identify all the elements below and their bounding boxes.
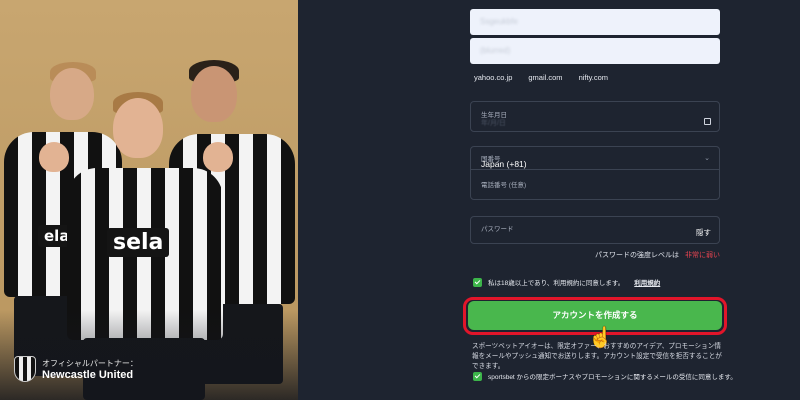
crest-icon <box>14 356 36 382</box>
password-strength: パスワードの強度レベルは 非常に弱い <box>595 250 720 260</box>
email-domain-suggestions: yahoo.co.jp gmail.com nifty.com <box>474 73 608 82</box>
strength-value: 非常に弱い <box>685 252 720 259</box>
country-code-select[interactable]: Japan (+81) <box>481 159 527 169</box>
domain-suggestion[interactable]: yahoo.co.jp <box>474 73 512 82</box>
calendar-icon[interactable] <box>704 118 711 125</box>
partner-caption: オフィシャルパートナー： <box>42 358 138 368</box>
promo-panel: ela se sela オフィシャルパートナー： Newcastle Unite… <box>0 0 298 400</box>
promo-shade <box>0 310 298 400</box>
age-consent-row: 私は18歳以上であり、利用規約に同意します。 利用規約 <box>473 277 660 287</box>
promo-consent-row: sportsbet からの限定ボーナスやプロモーションに関するメールの受信に同意… <box>473 371 737 381</box>
username-value: Ssgeukbfe <box>480 17 518 26</box>
partner-badge: オフィシャルパートナー： Newcastle United <box>14 356 138 382</box>
email-input[interactable]: (blurred) <box>470 38 720 64</box>
marketing-note: スポーツベットアイオーは、限定オファー、おすすめのアイデア、プロモーション情報を… <box>472 343 722 370</box>
dob-placeholder: 年/月/日 <box>481 120 506 127</box>
promo-consent-checkbox[interactable] <box>473 371 482 381</box>
domain-suggestion[interactable]: nifty.com <box>579 73 608 82</box>
signup-screen: ela se sela オフィシャルパートナー： Newcastle Unite… <box>0 0 800 400</box>
password-label: パスワード <box>481 226 514 233</box>
password-toggle[interactable]: 隠す <box>696 227 711 238</box>
sponsor-logo-main: sela <box>107 228 170 257</box>
email-value: (blurred) <box>480 46 511 55</box>
partner-name: Newcastle United <box>42 368 134 381</box>
phone-divider <box>471 169 719 170</box>
password-field[interactable]: パスワード 隠す <box>470 216 720 244</box>
domain-suggestion[interactable]: gmail.com <box>528 73 562 82</box>
dob-field[interactable]: 生年月日 年/月/日 <box>470 101 720 132</box>
phone-group: 国番号 Japan (+81) ⌄ 電話番号 (任意) <box>470 146 720 200</box>
promo-consent-text: sportsbet からの限定ボーナスやプロモーションに関するメールの受信に同意… <box>488 374 737 381</box>
terms-link[interactable]: 利用規約 <box>634 277 660 287</box>
username-input[interactable]: Ssgeukbfe <box>470 9 720 35</box>
age-consent-checkbox[interactable] <box>473 277 482 287</box>
chevron-down-icon[interactable]: ⌄ <box>704 154 710 162</box>
phone-label: 電話番号 (任意) <box>481 182 527 189</box>
age-consent-text: 私は18歳以上であり、利用規約に同意します。 <box>488 280 625 287</box>
strength-label: パスワードの強度レベルは <box>595 252 679 259</box>
